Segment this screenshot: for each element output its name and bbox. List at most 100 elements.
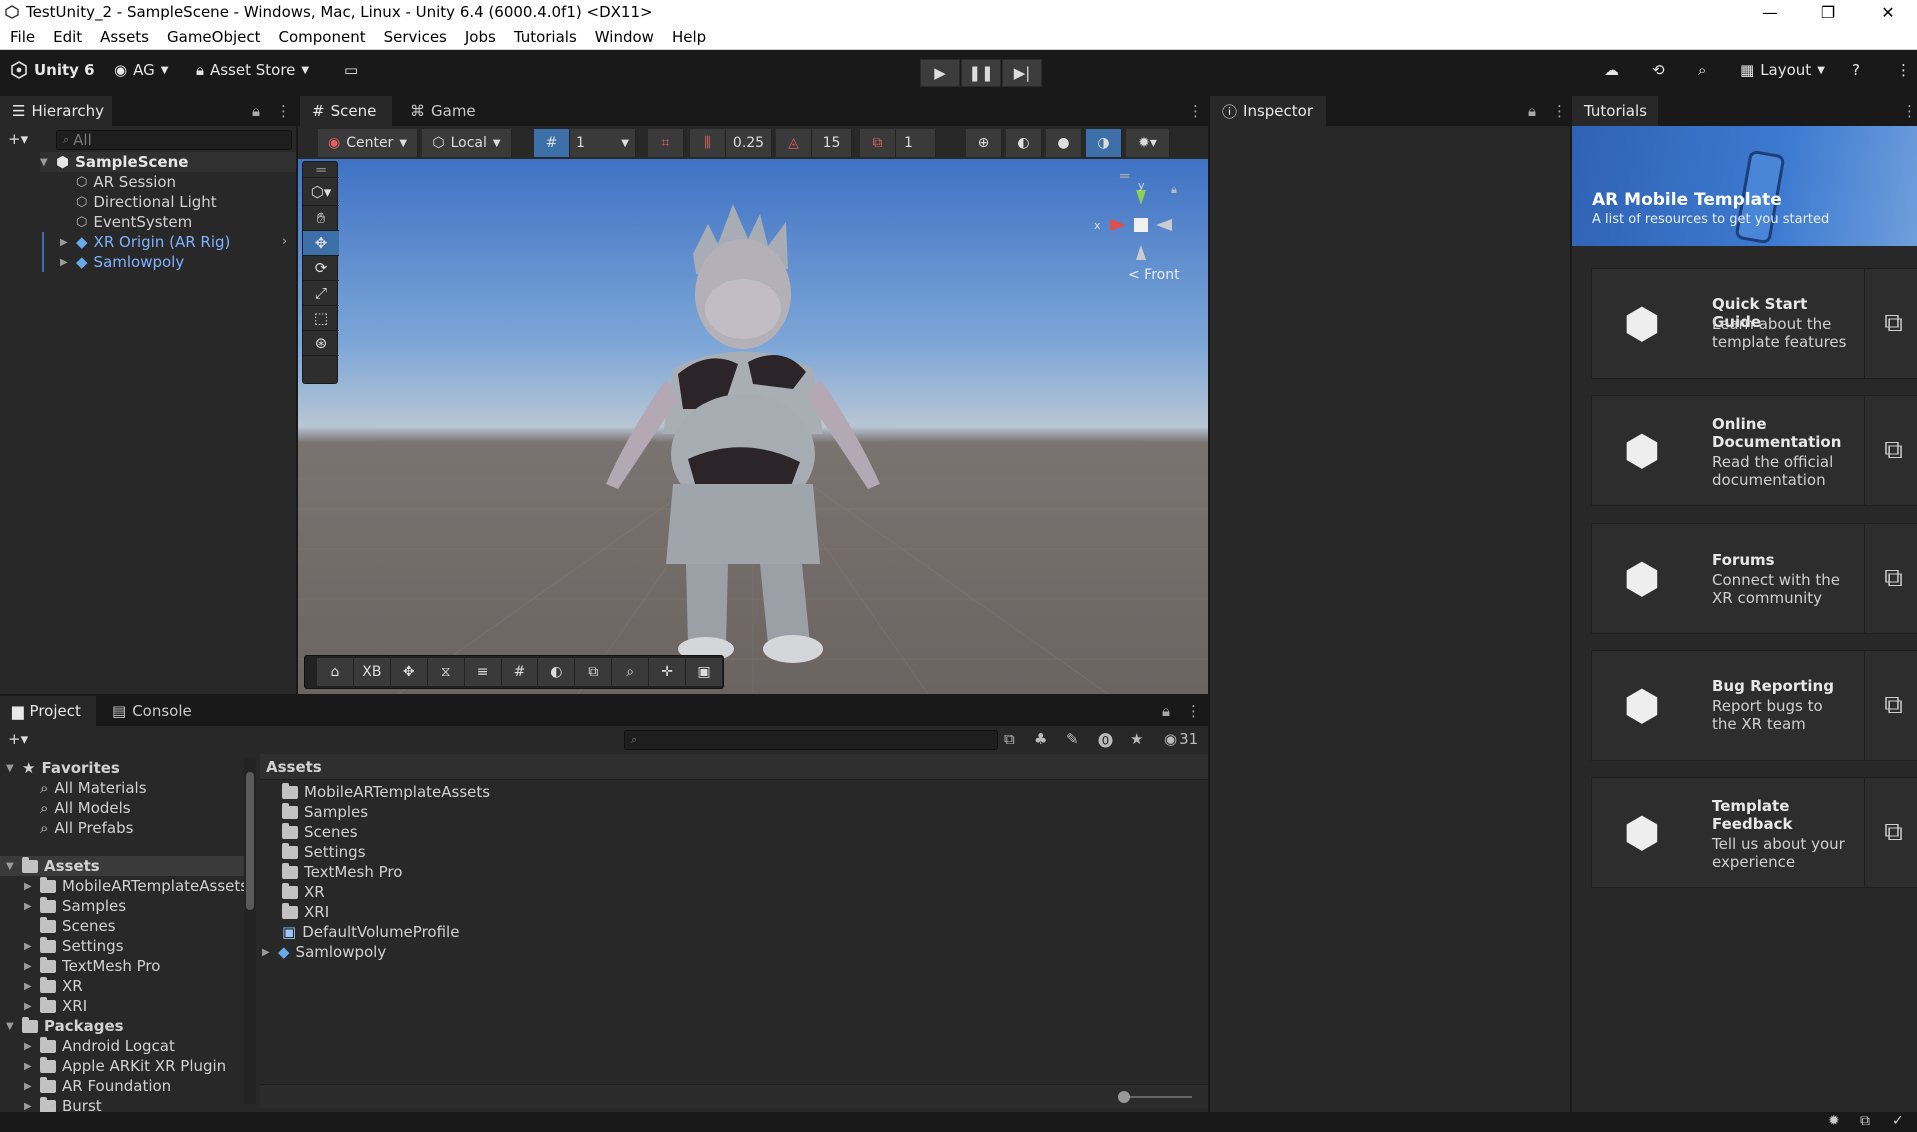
tutorial-card-quick-start[interactable]: ⬢ Quick Start Guide Learn about the temp… — [1591, 268, 1917, 379]
menu-jobs[interactable]: Jobs — [455, 28, 504, 46]
scene-view-icon[interactable]: ⌂ — [317, 658, 354, 686]
label-filter-icon[interactable]: ✎ — [1066, 730, 1079, 748]
package-icon[interactable]: ▭ — [344, 61, 358, 79]
pivot-mode-dropdown[interactable]: ◉ Center ▼ — [318, 129, 418, 157]
play-button[interactable]: ▶ — [920, 59, 960, 87]
hierarchy-item[interactable]: ▶ ◆ Samlowpoly — [60, 252, 184, 272]
pause-button[interactable]: ❚❚ — [961, 59, 1001, 87]
search-icon[interactable]: ⌕ — [1698, 61, 1706, 79]
lighting-icon[interactable]: ◐ — [1006, 129, 1042, 157]
move-tool-icon[interactable]: ✥ — [303, 231, 339, 256]
search-filter-icon[interactable]: ⧉ — [1004, 730, 1015, 748]
hierarchy-item[interactable]: ⬡ Directional Light — [76, 192, 217, 212]
tab-tutorials[interactable]: Tutorials — [1572, 96, 1658, 126]
align-icon[interactable]: ≡ — [464, 658, 502, 686]
tab-project[interactable]: ▆ Project — [0, 696, 96, 726]
close-button[interactable]: ✕ — [1866, 0, 1910, 24]
asset-item[interactable]: TextMesh Pro — [282, 862, 402, 882]
zoom-slider-thumb[interactable] — [1118, 1091, 1130, 1103]
asset-item[interactable]: MobileARTemplateAssets — [282, 782, 490, 802]
menu-help[interactable]: Help — [662, 28, 714, 46]
breadcrumb[interactable]: Assets — [260, 754, 1208, 780]
tree-folder[interactable]: ▶ Burst — [24, 1096, 102, 1112]
hierarchy-item[interactable]: ⬡ EventSystem — [76, 212, 192, 232]
help-icon[interactable]: ? — [1852, 61, 1860, 79]
hierarchy-item[interactable]: ⬡ AR Session — [76, 172, 176, 192]
asset-item[interactable]: Scenes — [282, 822, 358, 842]
tree-folder[interactable]: ▶ MobileARTemplateAssets — [24, 876, 248, 896]
move-icon[interactable]: ✥ — [390, 658, 428, 686]
rotate-tool-icon[interactable]: ⟳ — [303, 256, 339, 281]
minimize-button[interactable]: — — [1748, 0, 1792, 24]
asset-store-dropdown[interactable]: 🔒︎ Asset Store ▼ — [196, 61, 309, 79]
tree-folder[interactable]: ▶ AR Foundation — [24, 1076, 171, 1096]
drag-handle-icon[interactable]: ═ — [303, 161, 339, 179]
menu-window[interactable]: Window — [585, 28, 662, 46]
increment-snap-icon[interactable]: ⫼ — [690, 129, 726, 157]
more-options-icon[interactable]: ⋮ — [1896, 61, 1911, 79]
menu-file[interactable]: File — [0, 28, 43, 46]
snap-toggle[interactable]: ⌗ — [648, 129, 684, 157]
check-icon[interactable]: ✓ — [1892, 1113, 1904, 1129]
lock-icon[interactable]: 🔒︎ — [1528, 102, 1536, 120]
xb-button[interactable]: XB — [353, 658, 391, 686]
asset-item[interactable]: Samples — [282, 802, 368, 822]
external-link-icon[interactable]: ⧉ — [1864, 778, 1917, 887]
gizmos-dropdown[interactable]: ✹▾ — [1126, 129, 1170, 157]
hidden-packages-toggle[interactable]: ◉ 31 — [1164, 730, 1198, 748]
grid-toggle[interactable]: # — [534, 129, 570, 157]
tab-inspector[interactable]: ⓘ Inspector — [1210, 96, 1326, 126]
orientation-gizmo[interactable]: ═ 🔒︎ y x < Front — [1088, 163, 1198, 283]
rect-tool-icon[interactable]: ⬚ — [303, 306, 339, 331]
shaded-icon[interactable]: ● — [1046, 129, 1082, 157]
layers-icon[interactable]: ⧉ — [1860, 1113, 1870, 1129]
create-button[interactable]: +▾ — [8, 130, 28, 148]
grid-size-field[interactable]: 1 ▼ — [570, 129, 636, 157]
globe-icon[interactable]: ⊕ — [966, 129, 1002, 157]
external-link-icon[interactable]: ⧉ — [1864, 651, 1917, 760]
warning-filter-icon[interactable]: ⓿ — [1098, 730, 1113, 751]
menu-component[interactable]: Component — [269, 28, 374, 46]
tab-scene[interactable]: # Scene — [300, 96, 392, 126]
more-options-icon[interactable]: ⋮ — [1186, 702, 1201, 720]
menu-gameobject[interactable]: GameObject — [157, 28, 269, 46]
layout-dropdown[interactable]: ▦ Layout ▼ — [1740, 61, 1825, 79]
transform-tool-icon[interactable]: ⊛ — [303, 331, 339, 356]
hand-tool-icon[interactable]: ✋︎ — [303, 206, 339, 231]
lock-icon[interactable]: 🔒︎ — [1162, 702, 1170, 720]
zoom-slider-track[interactable] — [1122, 1096, 1192, 1098]
menu-edit[interactable]: Edit — [43, 28, 90, 46]
move-snap-field[interactable]: 0.25 — [726, 129, 772, 157]
scale-snap-icon[interactable]: ⧉ — [860, 129, 896, 157]
unity-account-button[interactable]: Unity 6 — [10, 61, 95, 79]
asset-item[interactable]: XRI — [282, 902, 329, 922]
favorite-star-icon[interactable]: ★ — [1130, 730, 1143, 748]
project-search-input[interactable]: ⌕ — [624, 730, 998, 750]
render-mode-icon[interactable]: ◑ — [1086, 129, 1122, 157]
hierarchy-item[interactable]: ▶ ◆ XR Origin (AR Rig) — [60, 232, 230, 252]
character-model[interactable] — [588, 184, 928, 664]
asset-item[interactable]: ▣ DefaultVolumeProfile — [282, 922, 459, 942]
menu-tutorials[interactable]: Tutorials — [504, 28, 585, 46]
view-options-dropdown[interactable]: ⬡▾ — [303, 178, 339, 206]
tab-hierarchy[interactable]: ☰ Hierarchy — [0, 96, 112, 126]
tab-console[interactable]: ▤ Console — [100, 696, 200, 726]
maximize-button[interactable]: ❐ — [1806, 0, 1850, 24]
asset-item[interactable]: Settings — [282, 842, 366, 862]
hierarchy-search-input[interactable]: ⌕ All — [56, 130, 292, 150]
scene-viewport[interactable]: ═ ⬡▾ ✋︎ ✥ ⟳ ⤢ ⬚ ⊛ ═ 🔒︎ y x < Front ⌂ XB … — [298, 159, 1208, 694]
scrollbar-thumb[interactable] — [246, 772, 254, 910]
tree-folder[interactable]: ▶ Apple ARKit XR Plugin — [24, 1056, 226, 1076]
asset-item[interactable]: XR — [282, 882, 325, 902]
type-filter-icon[interactable]: ♣ — [1034, 730, 1047, 748]
tree-folder[interactable]: ▶ XR — [24, 976, 83, 996]
external-link-icon[interactable]: ⧉ — [1864, 269, 1917, 378]
tree-folder[interactable]: ▶ Settings — [24, 936, 124, 956]
cloud-icon[interactable]: ☁ — [1604, 61, 1619, 79]
debug-icon[interactable]: ✹ — [1828, 1113, 1840, 1129]
tree-scrollbar[interactable] — [244, 758, 256, 1104]
tutorial-card-forums[interactable]: ⬢ Forums Connect with the XR community ⧉ — [1591, 523, 1917, 634]
scene-row[interactable]: ▼ ⬢ SampleScene — [40, 152, 296, 172]
rotate-snap-icon[interactable]: ◬ — [776, 129, 812, 157]
search-icon[interactable]: ⌕ — [612, 658, 650, 686]
